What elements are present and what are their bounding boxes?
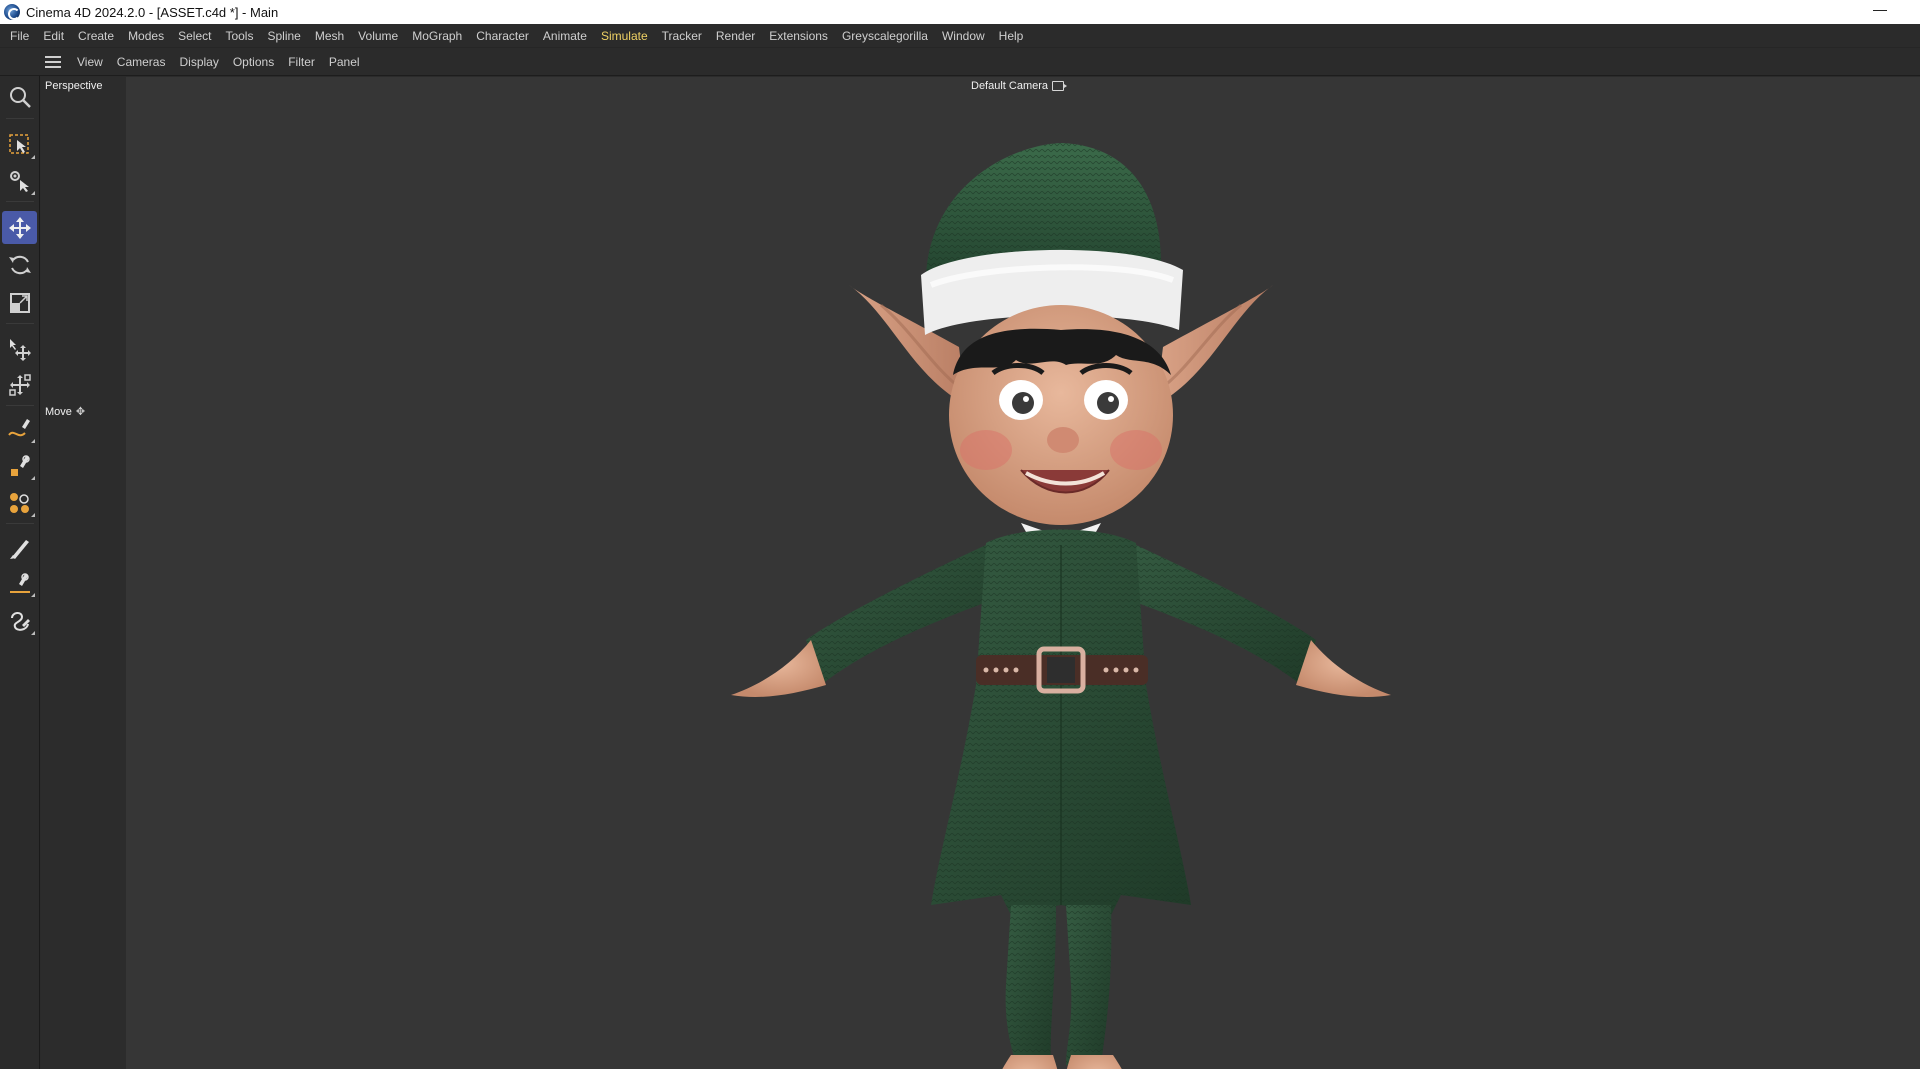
tweak-tool-icon [9,170,29,192]
menu-animate[interactable]: Animate [536,24,594,48]
rotate-tool-button[interactable] [2,248,37,281]
active-tool-label: Move ✥ [45,405,86,419]
menu-create[interactable]: Create [71,24,121,48]
elf-character-model[interactable] [721,125,1401,1069]
menu-file[interactable]: File [3,24,36,48]
scale-tool-button[interactable] [2,286,37,319]
menu-extensions[interactable]: Extensions [762,24,835,48]
transfer-tool-button[interactable] [2,332,37,365]
viewport-menu-filter[interactable]: Filter [281,48,322,76]
right-hand [1296,640,1391,697]
mograph-cloner-icon [9,492,29,513]
left-foot [1002,1055,1058,1069]
main-menu-bar: File Edit Create Modes Select Tools Spli… [0,24,1920,48]
camera-name: Default Camera [971,80,1049,92]
transform-tool-button[interactable] [2,368,37,401]
sculpt-icon [10,611,30,631]
viewport-menu-display[interactable]: Display [172,48,225,76]
viewport-hud-panel [41,77,126,1069]
3d-viewport[interactable]: Perspective Default Camera Move ✥ [41,77,1920,1069]
spline-smooth-icon [9,572,30,593]
spline-sketch-button[interactable] [2,449,37,482]
sculpt-tool-button[interactable] [2,604,37,637]
viewport-menu-options[interactable]: Options [226,48,281,76]
menu-edit[interactable]: Edit [36,24,71,48]
transform-tool-icon [8,373,31,396]
zoom-icon [9,86,31,108]
move-tool-button[interactable] [2,211,37,244]
mograph-cloner-button[interactable] [2,486,37,519]
hamburger-menu-icon[interactable] [45,56,61,68]
camera-icon [1052,81,1068,91]
minimize-button[interactable]: — [1870,2,1890,20]
rotate-tool-icon [8,255,31,274]
menu-greyscalegorilla[interactable]: Greyscalegorilla [835,24,935,48]
title-bar: Cinema 4D 2024.2.0 - [ASSET.c4d *] - Mai… [0,0,1920,24]
menu-spline[interactable]: Spline [260,24,307,48]
menu-volume[interactable]: Volume [351,24,405,48]
spline-pen-icon [7,418,30,436]
brush-icon [9,539,29,559]
right-foot [1066,1055,1122,1069]
scale-tool-icon [9,292,30,313]
menu-tracker[interactable]: Tracker [655,24,709,48]
camera-label[interactable]: Default Camera [971,80,1068,92]
menu-mograph[interactable]: MoGraph [405,24,469,48]
left-tool-palette [0,76,40,1069]
move-small-icon: ✥ [75,406,86,418]
menu-character[interactable]: Character [469,24,536,48]
nose [1047,427,1079,453]
viewport-menu-panel[interactable]: Panel [322,48,367,76]
menu-window[interactable]: Window [935,24,992,48]
spline-sketch-icon [10,454,30,476]
viewport-menu-view[interactable]: View [70,48,110,76]
live-selection-button[interactable] [2,128,37,161]
live-selection-icon [8,133,29,154]
spline-pen-button[interactable] [2,412,37,445]
spline-smooth-button[interactable] [2,566,37,599]
move-tool-icon [8,216,31,239]
zoom-tool-button[interactable] [2,80,37,113]
projection-label[interactable]: Perspective [45,80,102,92]
transfer-tool-icon [9,338,31,361]
menu-mesh[interactable]: Mesh [308,24,351,48]
viewport-menu-cameras[interactable]: Cameras [110,48,173,76]
viewport-menu-bar: View Cameras Display Options Filter Pane… [0,48,1920,76]
menu-render[interactable]: Render [709,24,762,48]
menu-tools[interactable]: Tools [218,24,260,48]
brush-tool-button[interactable] [2,531,37,564]
cinema4d-logo-icon [4,4,20,20]
menu-help[interactable]: Help [992,24,1031,48]
menu-modes[interactable]: Modes [121,24,171,48]
tweak-tool-button[interactable] [2,164,37,197]
menu-simulate[interactable]: Simulate [594,24,655,48]
active-tool-name: Move [45,405,72,418]
left-hand [731,640,826,697]
window-title: Cinema 4D 2024.2.0 - [ASSET.c4d *] - Mai… [26,4,279,20]
menu-select[interactable]: Select [171,24,218,48]
